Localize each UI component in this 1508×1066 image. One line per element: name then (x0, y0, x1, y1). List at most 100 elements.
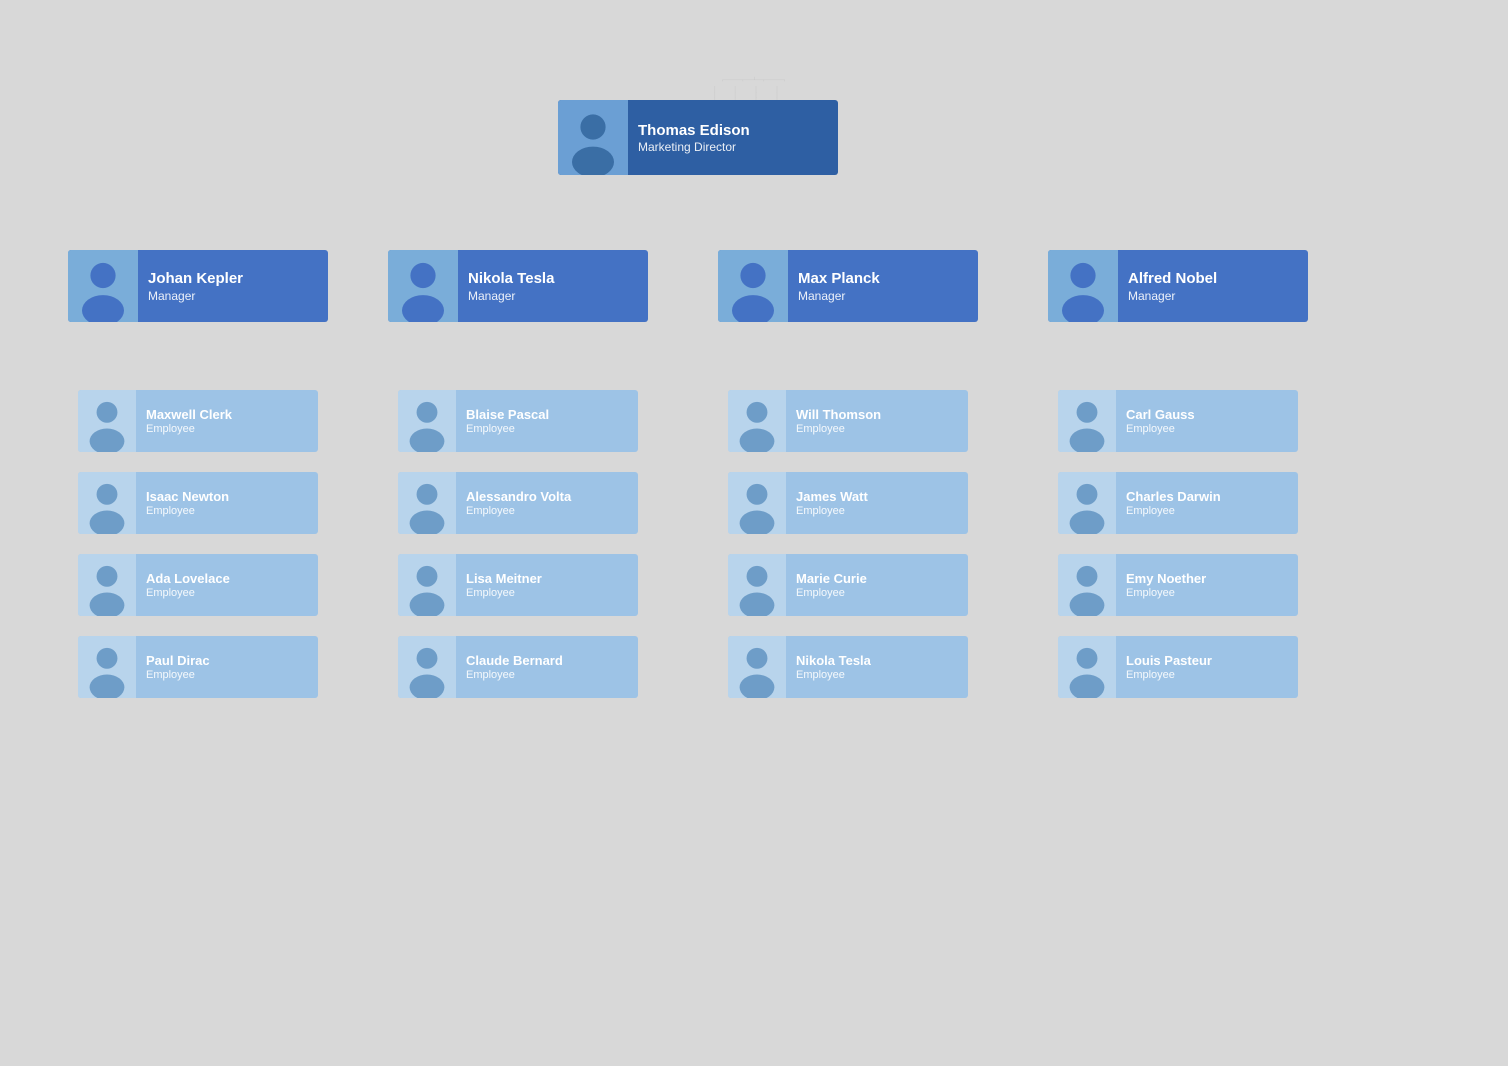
org-node: Claude BernardEmployee (398, 636, 638, 698)
node-role: Employee (1126, 505, 1221, 517)
org-node: Louis PasteurEmployee (1058, 636, 1298, 698)
node-name: Blaise Pascal (466, 407, 549, 424)
avatar (728, 636, 786, 698)
avatar (718, 250, 788, 322)
org-node: Carl GaussEmployee (1058, 390, 1298, 452)
node-name: Isaac Newton (146, 489, 229, 506)
node-name: Will Thomson (796, 407, 881, 424)
avatar (398, 390, 456, 452)
node-text: Claude BernardEmployee (456, 649, 573, 686)
node-role: Manager (1128, 289, 1217, 303)
avatar (78, 636, 136, 698)
node-role: Employee (1126, 423, 1195, 435)
node-role: Employee (146, 587, 230, 599)
node-role: Employee (1126, 669, 1212, 681)
node-role: Employee (466, 587, 542, 599)
org-node: Ada LovelaceEmployee (78, 554, 318, 616)
avatar (728, 554, 786, 616)
node-text: Thomas EdisonMarketing Director (628, 117, 760, 159)
node-text: Johan KeplerManager (138, 265, 253, 307)
node-name: Johan Kepler (148, 269, 243, 289)
node-role: Employee (466, 669, 563, 681)
org-chart: Thomas EdisonMarketing Director Johan Ke… (0, 70, 1508, 130)
avatar (1058, 472, 1116, 534)
node-name: Emy Noether (1126, 571, 1206, 588)
org-node: Alfred NobelManager (1048, 250, 1308, 322)
node-text: Marie CurieEmployee (786, 567, 877, 604)
node-role: Employee (1126, 587, 1206, 599)
node-text: Louis PasteurEmployee (1116, 649, 1222, 686)
org-node: Charles DarwinEmployee (1058, 472, 1298, 534)
node-text: Ada LovelaceEmployee (136, 567, 240, 604)
avatar (388, 250, 458, 322)
avatar (78, 390, 136, 452)
avatar (68, 250, 138, 322)
node-name: Maxwell Clerk (146, 407, 232, 424)
node-role: Employee (466, 505, 571, 517)
node-name: Thomas Edison (638, 121, 750, 141)
node-text: Maxwell ClerkEmployee (136, 403, 242, 440)
avatar (1058, 390, 1116, 452)
node-text: Alessandro VoltaEmployee (456, 485, 581, 522)
node-role: Employee (796, 505, 868, 517)
org-node: Isaac NewtonEmployee (78, 472, 318, 534)
node-role: Manager (468, 289, 554, 303)
node-role: Marketing Director (638, 140, 750, 154)
node-role: Manager (148, 289, 243, 303)
node-name: Marie Curie (796, 571, 867, 588)
avatar (1058, 636, 1116, 698)
node-text: Nikola TeslaEmployee (786, 649, 881, 686)
node-text: Paul DiracEmployee (136, 649, 220, 686)
org-node: Alessandro VoltaEmployee (398, 472, 638, 534)
node-name: Max Planck (798, 269, 880, 289)
node-text: Alfred NobelManager (1118, 265, 1227, 307)
node-role: Employee (146, 669, 210, 681)
avatar (1058, 554, 1116, 616)
avatar (78, 472, 136, 534)
node-name: James Watt (796, 489, 868, 506)
node-name: Nikola Tesla (796, 653, 871, 670)
node-name: Alfred Nobel (1128, 269, 1217, 289)
org-node: Will ThomsonEmployee (728, 390, 968, 452)
org-node: Paul DiracEmployee (78, 636, 318, 698)
node-role: Employee (796, 587, 867, 599)
org-node: Lisa MeitnerEmployee (398, 554, 638, 616)
node-text: Will ThomsonEmployee (786, 403, 891, 440)
node-name: Nikola Tesla (468, 269, 554, 289)
node-text: Charles DarwinEmployee (1116, 485, 1231, 522)
org-node: Emy NoetherEmployee (1058, 554, 1298, 616)
node-name: Louis Pasteur (1126, 653, 1212, 670)
org-node: Johan KeplerManager (68, 250, 328, 322)
avatar (558, 100, 628, 175)
avatar (1048, 250, 1118, 322)
node-name: Charles Darwin (1126, 489, 1221, 506)
node-text: Blaise PascalEmployee (456, 403, 559, 440)
node-role: Employee (146, 423, 232, 435)
org-node: James WattEmployee (728, 472, 968, 534)
org-node: Blaise PascalEmployee (398, 390, 638, 452)
node-text: Emy NoetherEmployee (1116, 567, 1216, 604)
avatar (728, 390, 786, 452)
avatar (398, 472, 456, 534)
org-node: Thomas EdisonMarketing Director (558, 100, 838, 175)
node-role: Employee (796, 669, 871, 681)
org-node: Maxwell ClerkEmployee (78, 390, 318, 452)
node-text: Lisa MeitnerEmployee (456, 567, 552, 604)
node-name: Claude Bernard (466, 653, 563, 670)
node-name: Carl Gauss (1126, 407, 1195, 424)
avatar (728, 472, 786, 534)
avatar (78, 554, 136, 616)
node-text: Nikola TeslaManager (458, 265, 564, 307)
node-text: Isaac NewtonEmployee (136, 485, 239, 522)
page-title (0, 0, 1508, 70)
org-node: Nikola TeslaManager (388, 250, 648, 322)
node-role: Employee (466, 423, 549, 435)
node-text: James WattEmployee (786, 485, 878, 522)
org-node: Marie CurieEmployee (728, 554, 968, 616)
org-node: Max PlanckManager (718, 250, 978, 322)
node-role: Employee (796, 423, 881, 435)
avatar (398, 636, 456, 698)
node-text: Carl GaussEmployee (1116, 403, 1205, 440)
node-name: Ada Lovelace (146, 571, 230, 588)
node-name: Paul Dirac (146, 653, 210, 670)
